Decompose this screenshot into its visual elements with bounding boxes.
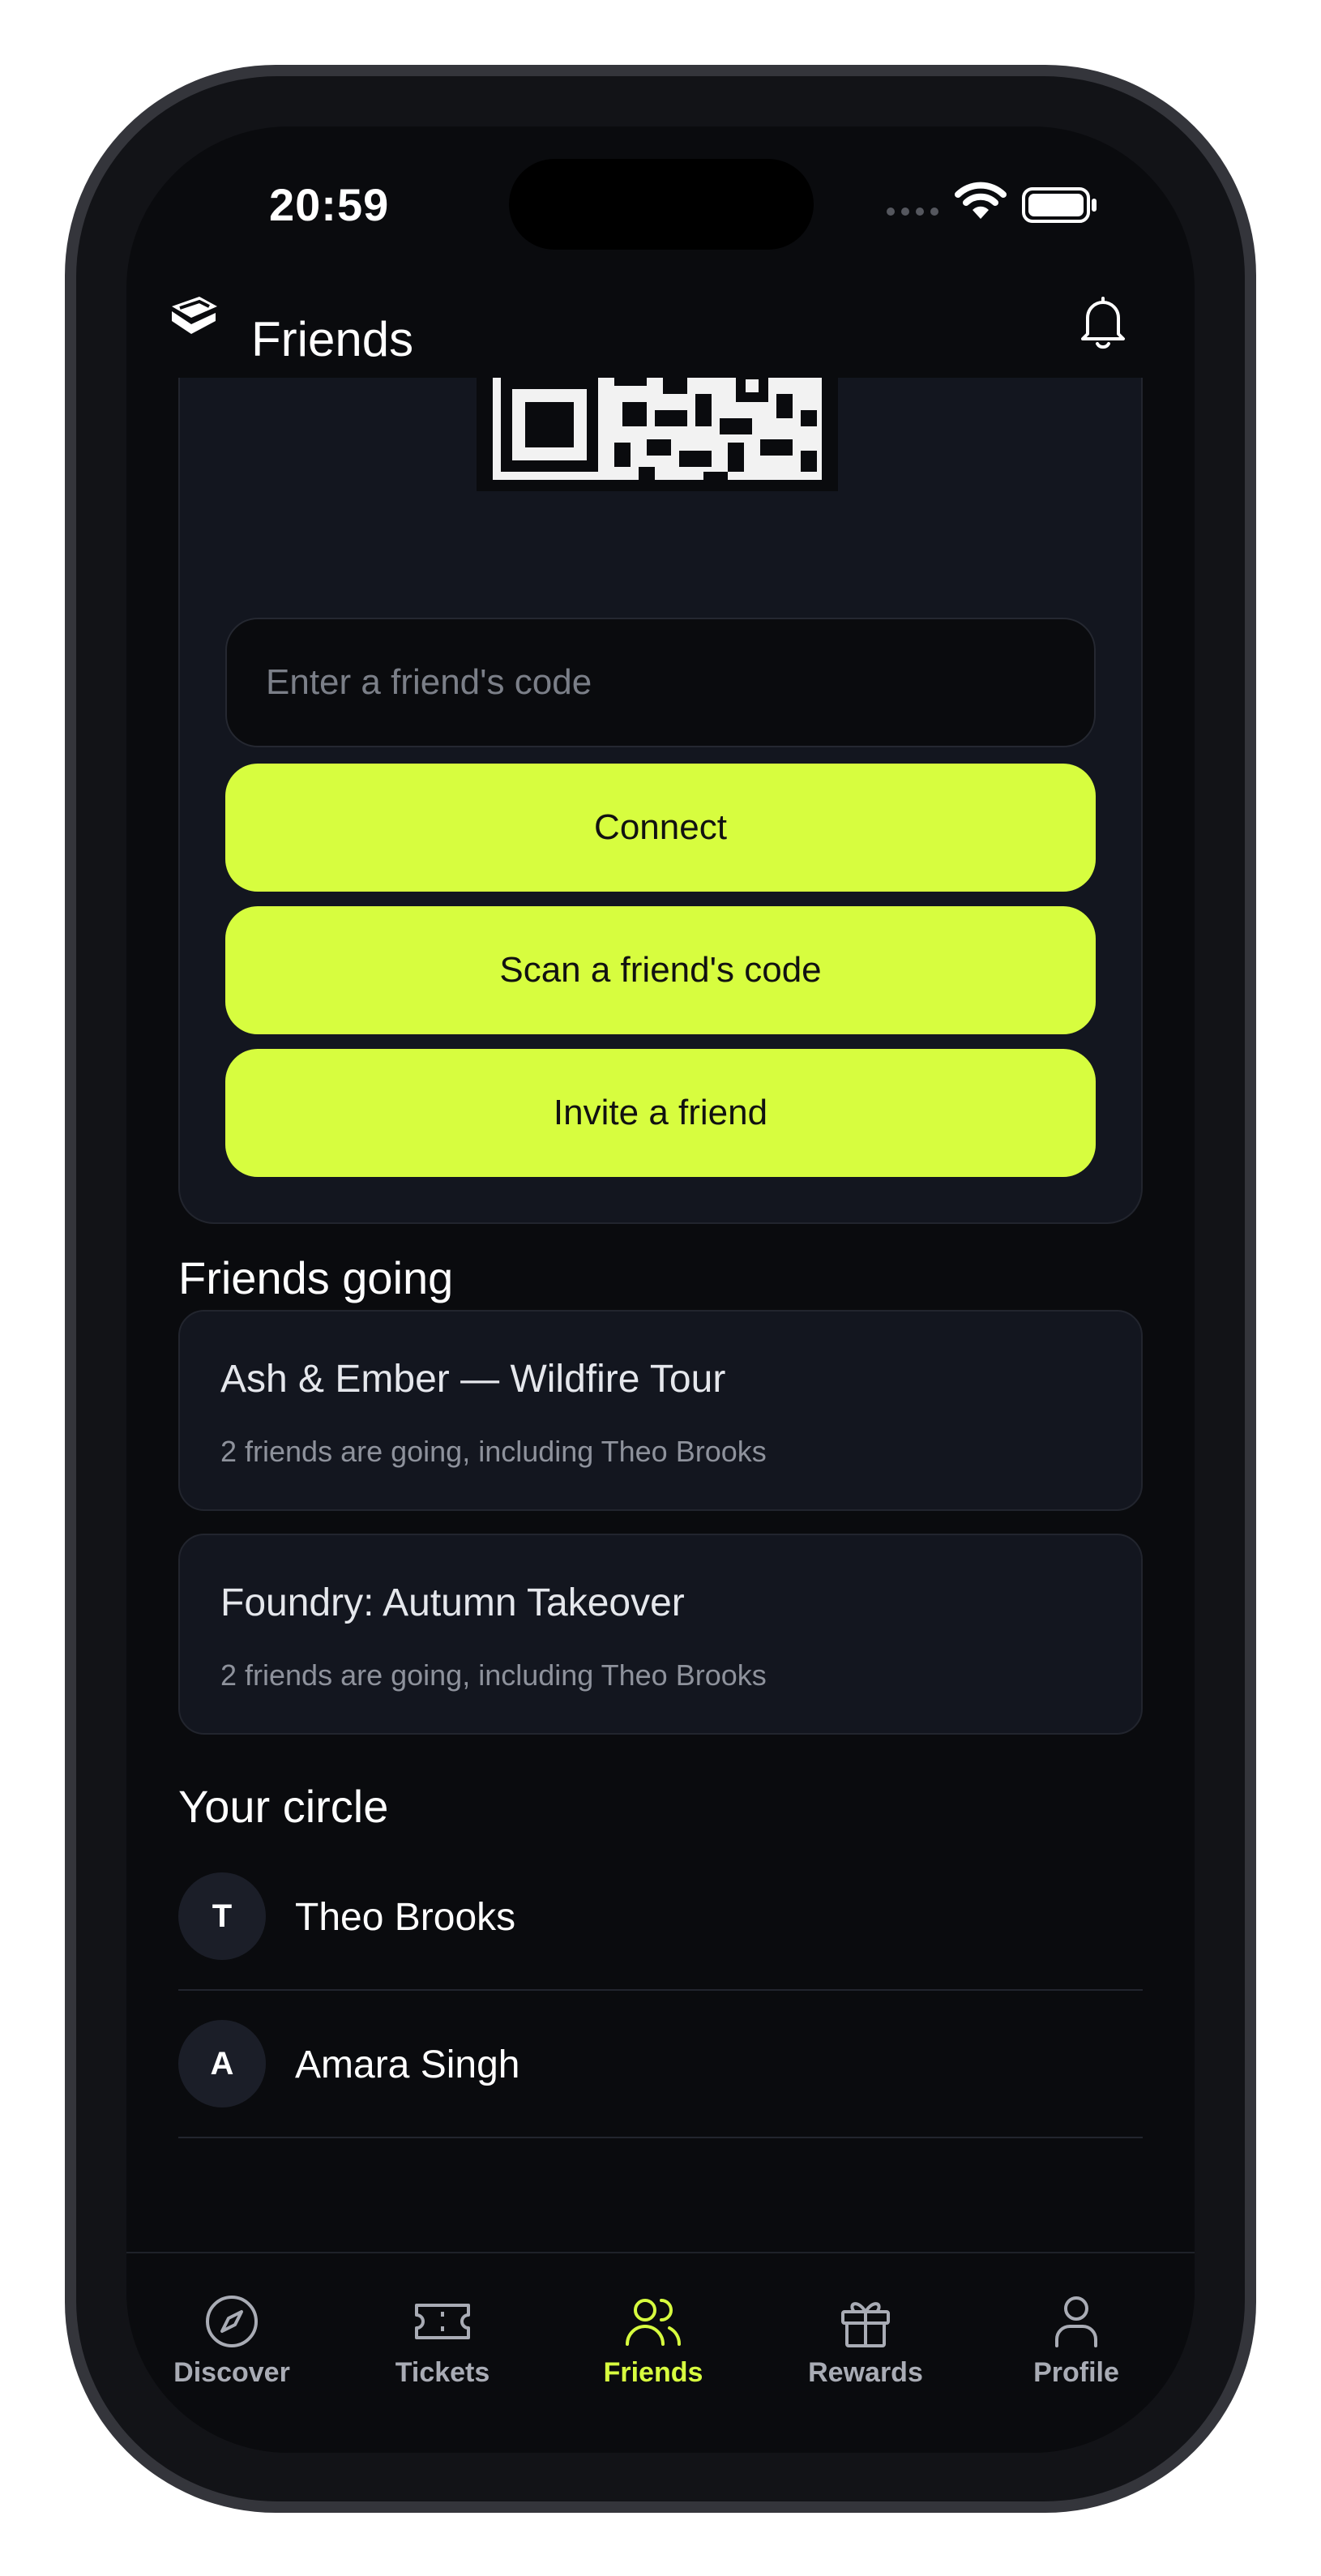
tab-rewards[interactable]: Rewards (784, 2292, 947, 2422)
compass-icon (206, 2296, 258, 2347)
invite-friend-button[interactable]: Invite a friend (225, 1049, 1096, 1177)
dynamic-island (509, 159, 814, 250)
friends-going-heading: Friends going (178, 1252, 454, 1303)
tab-label: Tickets (395, 2357, 490, 2388)
status-time: 20:59 (269, 179, 390, 230)
friend-list-item[interactable]: A Amara Singh (178, 1991, 1143, 2138)
event-card[interactable]: Ash & Ember — Wildfire Tour 2 friends ar… (178, 1310, 1143, 1511)
ticket-logo-icon (172, 297, 217, 334)
tab-label: Discover (173, 2357, 290, 2388)
tab-friends[interactable]: Friends (572, 2292, 734, 2422)
friend-list-item[interactable]: T Theo Brooks (178, 1843, 1143, 1991)
friend-name: Theo Brooks (295, 1896, 516, 1939)
tab-label: Profile (1033, 2357, 1119, 2388)
phone-screen: 20:59 Friends Enter a friend's code Conn… (126, 126, 1195, 2453)
bottom-tab-bar: Discover Tickets Friends Rewards Profile (126, 2252, 1195, 2453)
ticket-icon (415, 2304, 470, 2339)
event-title: Ash & Ember — Wildfire Tour (220, 1358, 726, 1401)
event-card[interactable]: Foundry: Autumn Takeover 2 friends are g… (178, 1534, 1143, 1735)
page-title: Friends (251, 312, 414, 366)
tab-label: Rewards (808, 2357, 923, 2388)
avatar: T (178, 1872, 266, 1960)
gift-icon (841, 2302, 890, 2347)
event-friends-summary: 2 friends are going, including Theo Broo… (220, 1435, 767, 1468)
user-icon (1055, 2296, 1097, 2347)
cellular-signal-icon (887, 208, 938, 216)
friend-name: Amara Singh (295, 2043, 520, 2086)
tab-profile[interactable]: Profile (995, 2292, 1157, 2422)
connect-button[interactable]: Connect (225, 764, 1096, 892)
your-circle-heading: Your circle (178, 1781, 389, 1832)
bell-icon[interactable] (1076, 293, 1130, 352)
avatar: A (178, 2020, 266, 2107)
tab-tickets[interactable]: Tickets (361, 2292, 524, 2422)
battery-icon (1022, 187, 1097, 223)
wifi-icon (955, 182, 1007, 219)
event-title: Foundry: Autumn Takeover (220, 1581, 685, 1624)
tab-discover[interactable]: Discover (151, 2292, 313, 2422)
friends-icon (626, 2299, 682, 2346)
scan-code-button[interactable]: Scan a friend's code (225, 906, 1096, 1034)
friend-code-input[interactable] (225, 618, 1096, 747)
event-friends-summary: 2 friends are going, including Theo Broo… (220, 1658, 767, 1692)
tab-label: Friends (603, 2357, 703, 2388)
qr-code (477, 362, 838, 491)
